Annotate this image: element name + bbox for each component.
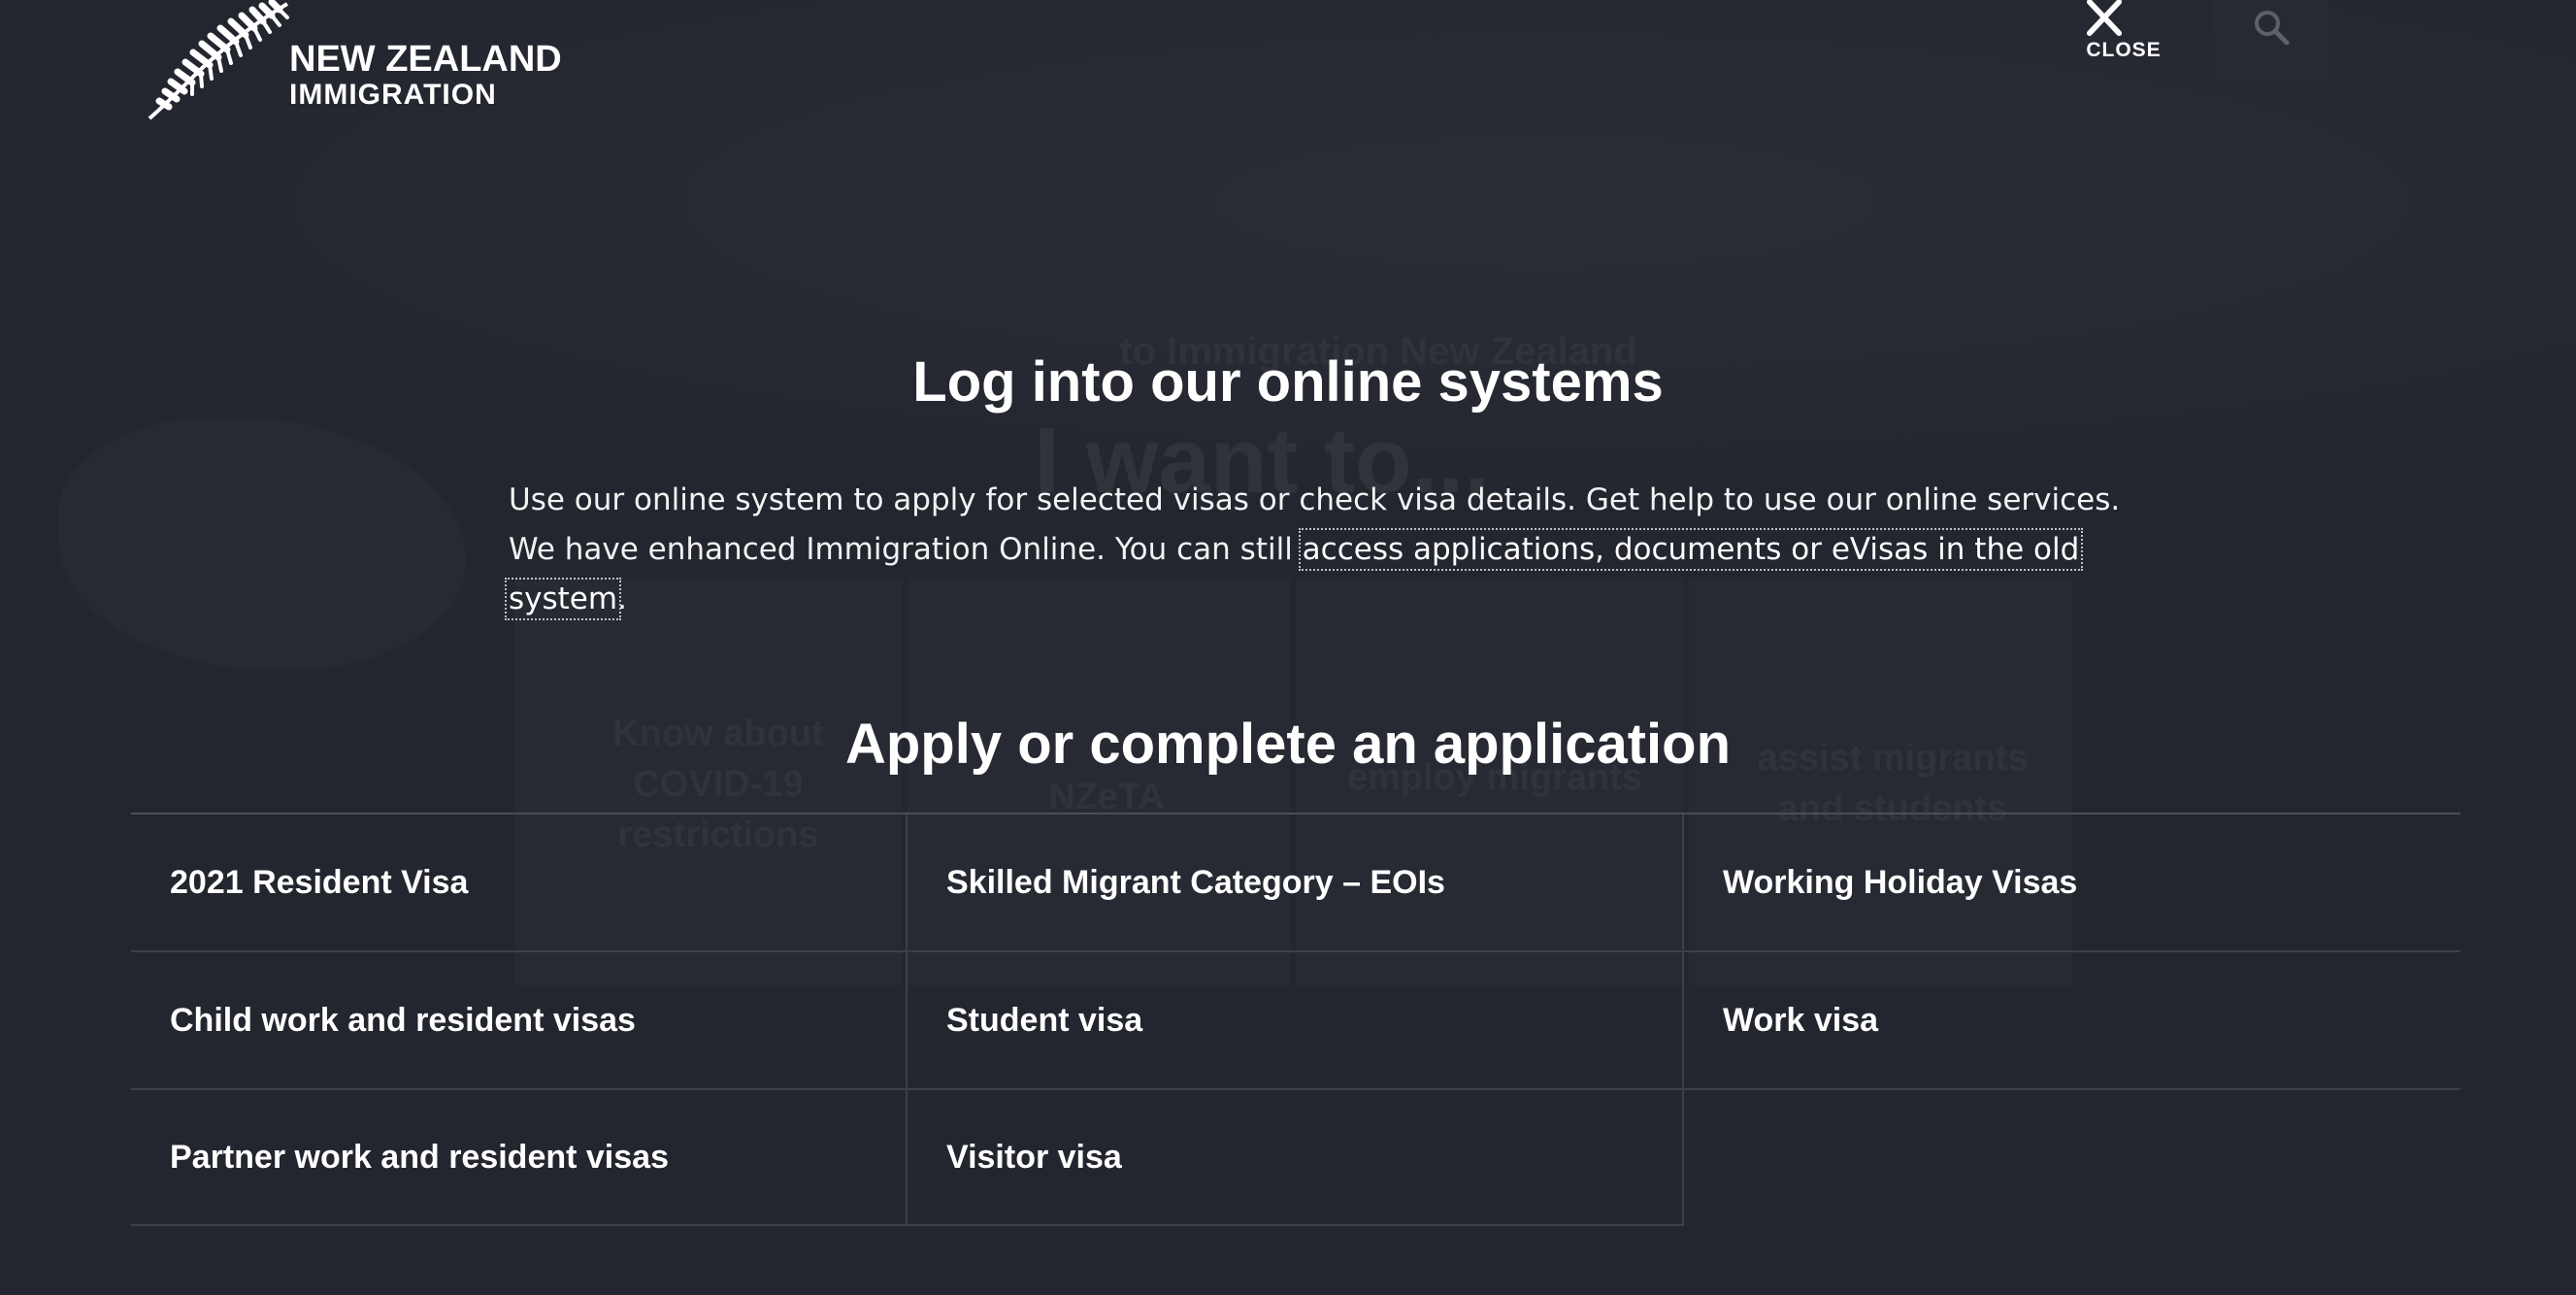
- login-heading: Log into our online systems: [912, 350, 1664, 414]
- apply-heading: Apply or complete an application: [844, 713, 1732, 776]
- login-line2-prefix: We have enhanced Immigration Online. You…: [509, 532, 1303, 567]
- application-links-grid: 2021 Resident Visa Skilled Migrant Categ…: [131, 813, 2460, 1228]
- logo-wordmark: NEW ZEALAND IMMIGRATION: [289, 41, 562, 110]
- link-working-holiday-visas[interactable]: Working Holiday Visas: [1684, 814, 2460, 950]
- login-line2-suffix: .: [617, 581, 627, 616]
- search-button[interactable]: [2213, 0, 2329, 85]
- nz-immigration-logo[interactable]: NEW ZEALAND IMMIGRATION: [144, 0, 562, 121]
- link-child-work-resident-visas[interactable]: Child work and resident visas: [131, 952, 908, 1088]
- background-illustration: [58, 417, 466, 670]
- logo-line1: NEW ZEALAND: [289, 39, 562, 80]
- login-line1: Use our online system to apply for selec…: [509, 482, 2121, 517]
- link-student-visa[interactable]: Student visa: [908, 952, 1684, 1088]
- grid-row: 2021 Resident Visa Skilled Migrant Categ…: [131, 814, 2460, 952]
- close-icon: [2086, 0, 2123, 37]
- login-line2: We have enhanced Immigration Online. You…: [504, 525, 2159, 624]
- grid-row: Partner work and resident visas Visitor …: [131, 1090, 2460, 1228]
- link-2021-resident-visa[interactable]: 2021 Resident Visa: [131, 814, 908, 950]
- close-label: CLOSE: [2086, 39, 2162, 61]
- close-button[interactable]: CLOSE: [2085, 0, 2163, 68]
- link-skilled-migrant-eois[interactable]: Skilled Migrant Category – EOIs: [908, 814, 1684, 950]
- page: to Immigration New Zealand I want to... …: [0, 0, 2576, 1295]
- grid-row: Child work and resident visas Student vi…: [131, 952, 2460, 1090]
- empty-cell: [1684, 1090, 2460, 1226]
- fern-icon: [148, 0, 289, 120]
- logo-line2: IMMIGRATION: [289, 79, 497, 111]
- link-visitor-visa[interactable]: Visitor visa: [908, 1090, 1684, 1226]
- search-icon: [2255, 11, 2290, 46]
- login-description: Use our online system to apply for selec…: [504, 476, 2159, 624]
- link-partner-work-resident-visas[interactable]: Partner work and resident visas: [131, 1090, 908, 1226]
- link-work-visa[interactable]: Work visa: [1684, 952, 2460, 1088]
